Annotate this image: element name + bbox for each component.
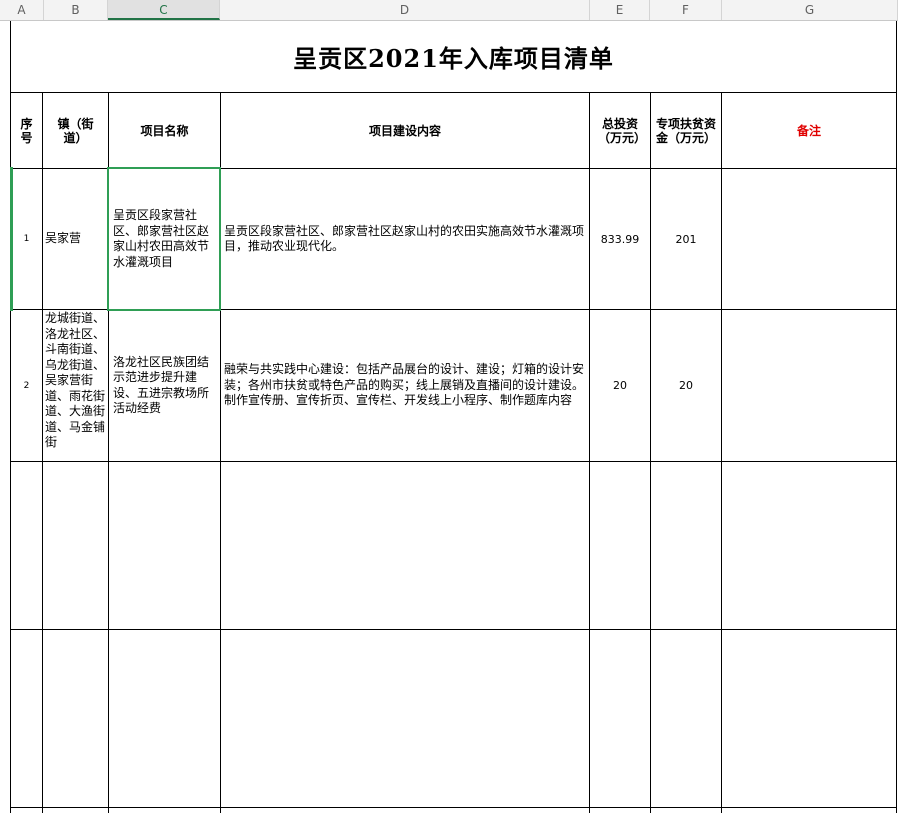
row1-content[interactable]: 呈贡区段家营社区、郎家营社区赵家山村的农田实施高效节水灌溉项目，推动农业现代化。: [221, 169, 589, 309]
header-project-name[interactable]: 项目名称: [109, 93, 220, 168]
row2-total-investment[interactable]: 20: [590, 310, 650, 461]
header-remark[interactable]: 备注: [722, 93, 896, 168]
column-header-bar: A B C D E F G: [0, 0, 898, 21]
column-header-d[interactable]: D: [220, 0, 590, 20]
sheet-title[interactable]: 呈贡区2021年入库项目清单: [11, 21, 896, 92]
row1-town[interactable]: 吴家营: [43, 169, 108, 309]
grid-line: [10, 807, 897, 808]
row1-total-investment[interactable]: 833.99: [590, 169, 650, 309]
column-header-f[interactable]: F: [650, 0, 722, 20]
row2-town[interactable]: 龙城街道、洛龙社区、斗南街道、乌龙街道、吴家营街道、雨花街道、大渔街道、马金铺街: [43, 310, 108, 461]
empty-row[interactable]: [11, 462, 896, 629]
row2-seq[interactable]: 2: [11, 310, 42, 461]
row1-remark[interactable]: [722, 169, 896, 309]
grid-line: [896, 21, 897, 813]
column-header-e[interactable]: E: [590, 0, 650, 20]
header-town[interactable]: 镇（街道）: [43, 93, 108, 168]
column-header-g[interactable]: G: [722, 0, 898, 20]
row2-project-name[interactable]: 洛龙社区民族团结示范进步提升建设、五进宗教场所活动经费: [109, 310, 220, 461]
header-poverty-fund[interactable]: 专项扶贫资金（万元）: [651, 93, 721, 168]
row2-remark[interactable]: [722, 310, 896, 461]
row1-seq[interactable]: 1: [11, 169, 42, 309]
header-content[interactable]: 项目建设内容: [221, 93, 589, 168]
row1-project-name[interactable]: 呈贡区段家营社区、郎家营社区赵家山村农田高效节水灌溉项目: [109, 169, 220, 309]
row2-poverty-fund[interactable]: 20: [651, 310, 721, 461]
column-header-c[interactable]: C: [108, 0, 220, 20]
empty-row[interactable]: [11, 630, 896, 807]
column-header-a[interactable]: A: [0, 0, 44, 20]
row2-content[interactable]: 融荣与共实践中心建设：包括产品展台的设计、建设；灯箱的设计安装；各州市扶贫或特色…: [221, 310, 589, 461]
spreadsheet-grid: 呈贡区2021年入库项目清单 序号 镇（街道） 项目名称 项目建设内容 总投资（…: [0, 21, 898, 813]
column-header-b[interactable]: B: [44, 0, 108, 20]
header-seq[interactable]: 序号: [11, 93, 42, 168]
row1-poverty-fund[interactable]: 201: [651, 169, 721, 309]
header-total-investment[interactable]: 总投资（万元）: [590, 93, 650, 168]
